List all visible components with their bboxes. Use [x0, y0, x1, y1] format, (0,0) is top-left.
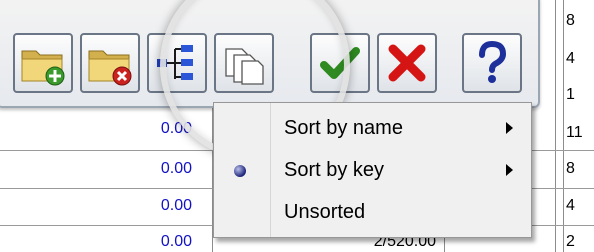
cell-value: 1	[566, 86, 575, 103]
menu-item-unsorted[interactable]: Unsorted	[214, 193, 531, 233]
remove-folder-button[interactable]	[80, 33, 140, 93]
help-icon	[479, 40, 507, 83]
help-button[interactable]	[462, 33, 522, 93]
cross-icon	[388, 44, 426, 82]
confirm-button[interactable]	[310, 33, 370, 93]
cancel-button[interactable]	[377, 33, 437, 93]
submenu-arrow-icon	[506, 122, 513, 134]
submenu-arrow-icon	[506, 164, 513, 176]
toolbar	[0, 0, 540, 108]
cell-value: 8	[566, 12, 575, 29]
cell-value: 0.00	[160, 160, 192, 177]
cell-value: 8	[566, 160, 575, 177]
copy-pages-icon	[225, 48, 264, 85]
checkmark-icon	[320, 47, 360, 79]
folder-remove-icon	[88, 50, 132, 86]
menu-item-sort-by-key[interactable]: Sort by key	[214, 151, 531, 191]
menu-item-label: Sort by name	[284, 117, 403, 139]
add-folder-button[interactable]	[13, 33, 73, 93]
radio-selected-icon	[234, 165, 246, 177]
tree-hierarchy-icon	[157, 45, 193, 80]
tree-view-button[interactable]	[147, 33, 207, 93]
cell-value: 4	[566, 50, 575, 67]
cell-value: 0.00	[160, 197, 192, 214]
menu-item-label: Sort by key	[284, 159, 385, 181]
column-divider	[563, 0, 564, 252]
cell-value: 4	[566, 197, 575, 214]
cell-value: 0.00	[160, 120, 192, 137]
sort-context-menu: Sort by name Sort by key Unsorted	[213, 102, 532, 238]
cell-value: 11	[566, 124, 583, 141]
folder-add-icon	[21, 50, 65, 86]
menu-item-label: Unsorted	[284, 201, 366, 223]
column-divider	[555, 0, 556, 252]
copy-pages-button[interactable]	[214, 33, 274, 93]
cell-value: 2	[566, 233, 575, 250]
menu-item-sort-by-name[interactable]: Sort by name	[214, 109, 531, 149]
cell-value: 0.00	[160, 233, 192, 250]
